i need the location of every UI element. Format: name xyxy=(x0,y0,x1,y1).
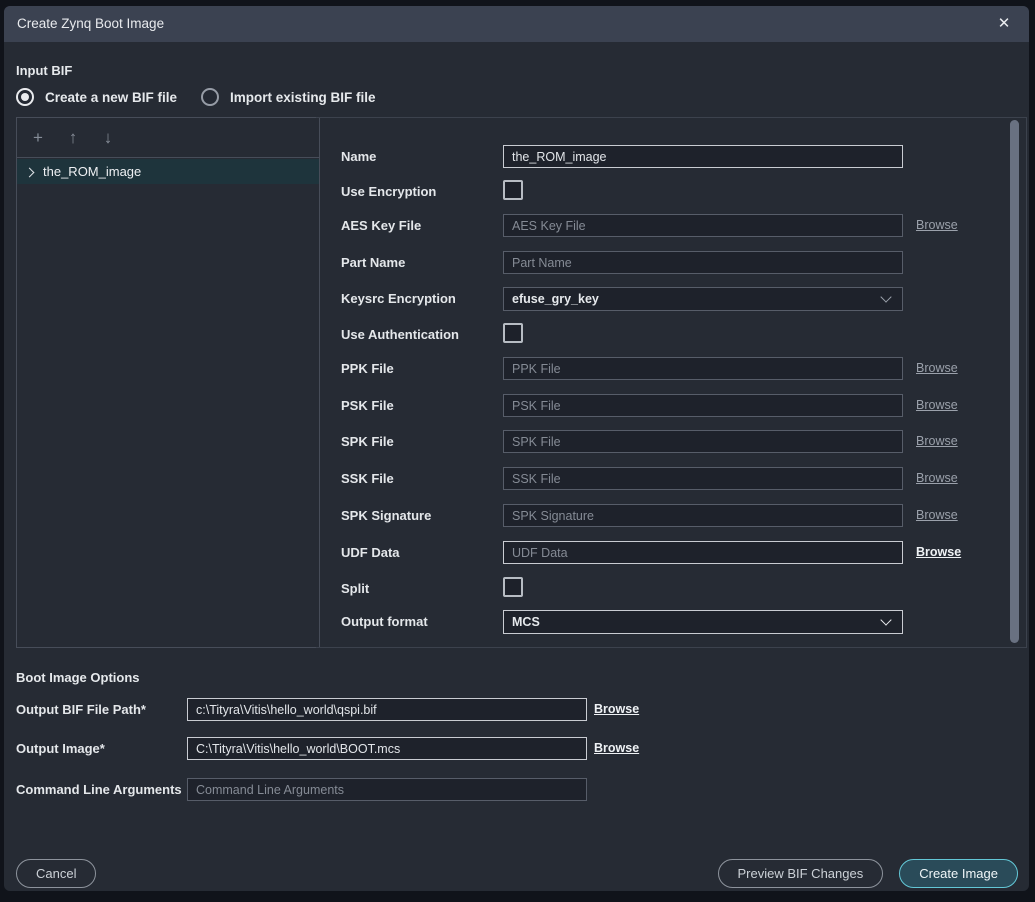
create-image-button[interactable]: Create Image xyxy=(899,859,1018,888)
preview-bif-changes-button[interactable]: Preview BIF Changes xyxy=(718,859,884,888)
use-encryption-checkbox[interactable] xyxy=(503,180,523,200)
form-row: SPK File Browse xyxy=(316,430,1026,454)
aes-key-file-browse-link[interactable]: Browse xyxy=(916,218,958,232)
bif-mode-radio-group: Create a new BIF file Import existing BI… xyxy=(16,88,376,106)
form-row: Part Name xyxy=(316,251,1026,275)
form-row: Output BIF File Path* Browse xyxy=(4,698,1029,722)
spk-signature-browse-link[interactable]: Browse xyxy=(916,508,958,522)
psk-file-label: PSK File xyxy=(341,398,394,413)
output-bif-file-path-label: Output BIF File Path* xyxy=(16,702,146,717)
output-image-browse-link[interactable]: Browse xyxy=(594,741,639,755)
radio-create-new-bif[interactable]: Create a new BIF file xyxy=(16,88,177,106)
chevron-right-icon[interactable] xyxy=(25,167,35,177)
name-label: Name xyxy=(341,149,376,164)
ssk-file-browse-link[interactable]: Browse xyxy=(916,471,958,485)
form-row: Command Line Arguments xyxy=(4,778,1029,802)
ppk-file-browse-link[interactable]: Browse xyxy=(916,361,958,375)
create-zynq-boot-image-dialog: Create Zynq Boot Image ✕ Input BIF Creat… xyxy=(4,6,1029,891)
form-row: Split xyxy=(316,577,1026,601)
ppk-file-input[interactable] xyxy=(503,357,903,380)
form-row: Use Authentication xyxy=(316,323,1026,347)
split-checkbox[interactable] xyxy=(503,577,523,597)
ppk-file-label: PPK File xyxy=(341,361,394,376)
name-input[interactable] xyxy=(503,145,903,168)
output-format-label: Output format xyxy=(341,614,428,629)
dialog-titlebar: Create Zynq Boot Image ✕ xyxy=(4,6,1029,42)
cancel-button[interactable]: Cancel xyxy=(16,859,96,888)
keysrc-encryption-select[interactable]: efuse_gry_key xyxy=(503,287,903,311)
chevron-down-icon xyxy=(880,614,891,625)
spk-signature-input[interactable] xyxy=(503,504,903,527)
form-row: PSK File Browse xyxy=(316,394,1026,418)
udf-data-input[interactable] xyxy=(503,541,903,564)
chevron-down-icon xyxy=(880,291,891,302)
bif-tree-panel: + ↑ ↓ the_ROM_image xyxy=(16,117,320,648)
output-bif-file-path-browse-link[interactable]: Browse xyxy=(594,702,639,716)
keysrc-encryption-value: efuse_gry_key xyxy=(512,292,599,306)
radio-unselected-icon[interactable] xyxy=(201,88,219,106)
output-format-select[interactable]: MCS xyxy=(503,610,903,634)
aes-key-file-input[interactable] xyxy=(503,214,903,237)
boot-image-options-section-title: Boot Image Options xyxy=(16,670,140,685)
spk-file-label: SPK File xyxy=(341,434,394,449)
radio-selected-icon[interactable] xyxy=(16,88,34,106)
udf-data-browse-link[interactable]: Browse xyxy=(916,545,961,559)
close-icon[interactable]: ✕ xyxy=(991,6,1017,42)
output-bif-file-path-input[interactable] xyxy=(187,698,587,721)
keysrc-encryption-label: Keysrc Encryption xyxy=(341,291,456,306)
form-row: SSK File Browse xyxy=(316,467,1026,491)
arrow-down-icon[interactable]: ↓ xyxy=(99,129,117,147)
psk-file-browse-link[interactable]: Browse xyxy=(916,398,958,412)
split-label: Split xyxy=(341,581,369,596)
tree-item-the-rom-image[interactable]: the_ROM_image xyxy=(17,159,319,184)
radio-import-label: Import existing BIF file xyxy=(230,90,376,105)
form-row: UDF Data Browse xyxy=(316,541,1026,565)
use-encryption-label: Use Encryption xyxy=(341,184,436,199)
output-format-value: MCS xyxy=(512,615,540,629)
form-row: AES Key File Browse xyxy=(316,214,1026,238)
part-name-label: Part Name xyxy=(341,255,405,270)
tree-item-label: the_ROM_image xyxy=(43,164,141,179)
output-image-label: Output Image* xyxy=(16,741,105,756)
output-image-input[interactable] xyxy=(187,737,587,760)
command-line-arguments-label: Command Line Arguments xyxy=(16,782,182,797)
form-row: Output Image* Browse xyxy=(4,737,1029,761)
use-authentication-checkbox[interactable] xyxy=(503,323,523,343)
psk-file-input[interactable] xyxy=(503,394,903,417)
vertical-scrollbar[interactable] xyxy=(1010,120,1019,643)
form-row: Use Encryption xyxy=(316,180,1026,204)
tree-toolbar: + ↑ ↓ xyxy=(17,118,319,158)
form-row: SPK Signature Browse xyxy=(316,504,1026,528)
spk-signature-label: SPK Signature xyxy=(341,508,431,523)
radio-import-existing-bif[interactable]: Import existing BIF file xyxy=(201,88,376,106)
command-line-arguments-input[interactable] xyxy=(187,778,587,801)
use-authentication-label: Use Authentication xyxy=(341,327,459,342)
aes-key-file-label: AES Key File xyxy=(341,218,421,233)
form-row: PPK File Browse xyxy=(316,357,1026,381)
dialog-title: Create Zynq Boot Image xyxy=(17,6,164,42)
udf-data-label: UDF Data xyxy=(341,545,400,560)
radio-create-new-label: Create a new BIF file xyxy=(45,90,177,105)
form-row: Keysrc Encryption efuse_gry_key xyxy=(316,287,1026,311)
spk-file-input[interactable] xyxy=(503,430,903,453)
form-row: Name xyxy=(316,145,1026,169)
ssk-file-input[interactable] xyxy=(503,467,903,490)
footer-action-buttons: Preview BIF Changes Create Image xyxy=(718,859,1019,888)
form-row: Output format MCS xyxy=(316,610,1026,634)
bif-attributes-form: Name Use Encryption AES Key File Browse … xyxy=(316,117,1027,648)
ssk-file-label: SSK File xyxy=(341,471,394,486)
arrow-up-icon[interactable]: ↑ xyxy=(64,129,82,147)
part-name-input[interactable] xyxy=(503,251,903,274)
spk-file-browse-link[interactable]: Browse xyxy=(916,434,958,448)
input-bif-section-title: Input BIF xyxy=(16,63,72,78)
add-icon[interactable]: + xyxy=(29,129,47,147)
